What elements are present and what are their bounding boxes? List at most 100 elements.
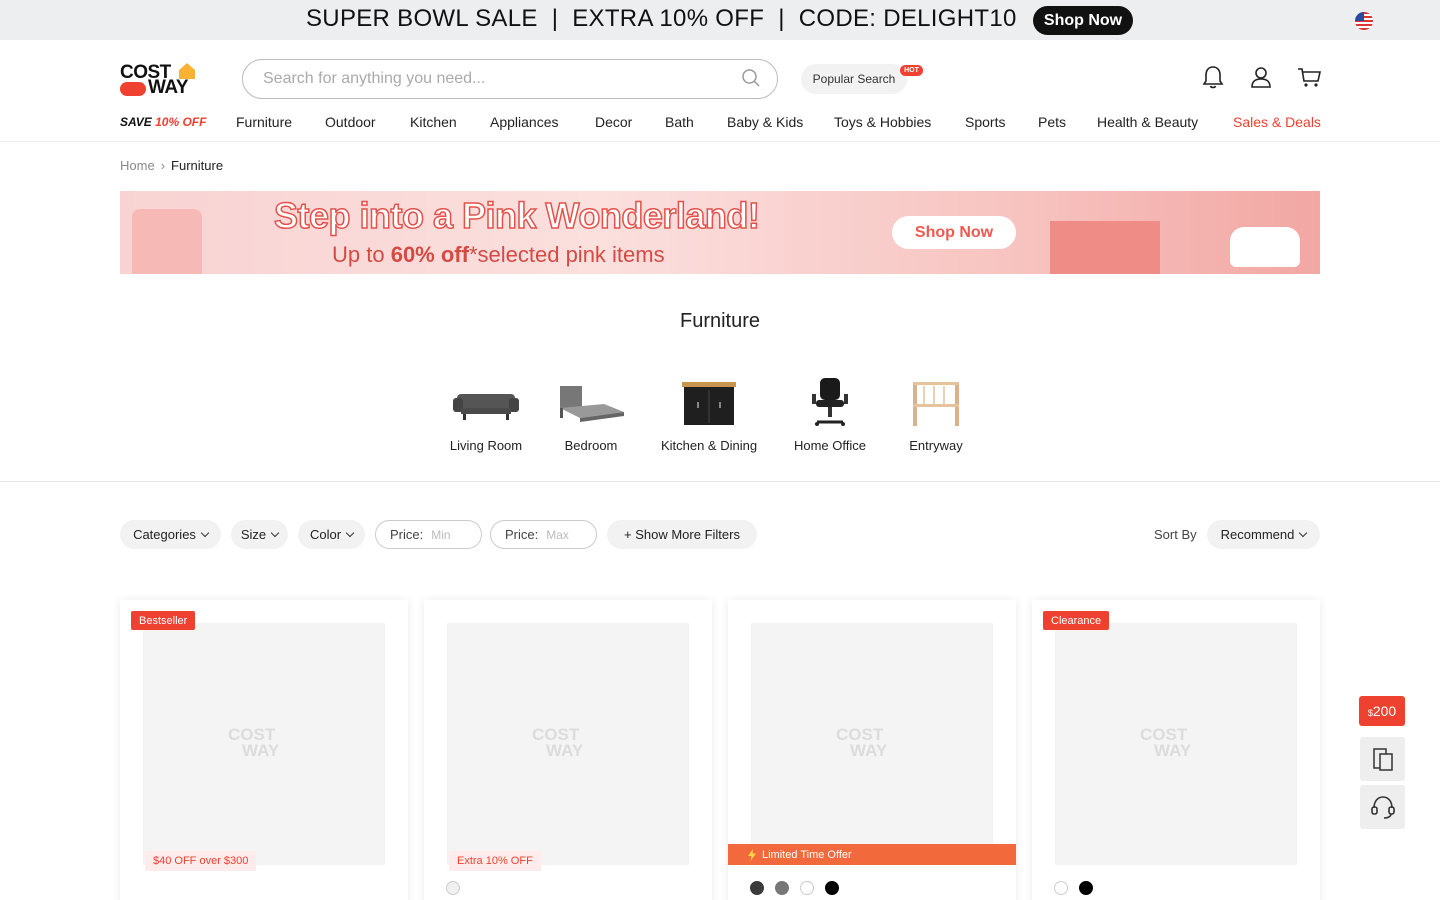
banner-sub-prefix: Up to [332,242,391,267]
category-label: Bedroom [564,438,618,453]
customer-service-button[interactable] [1360,785,1405,829]
category-kitchen-dining[interactable]: Kitchen & Dining [654,378,764,453]
nav-item-baby-kids[interactable]: Baby & Kids [727,114,803,130]
nav-item-kitchen[interactable]: Kitchen [410,114,457,130]
coupon-value: 200 [1372,703,1397,719]
filter-categories-dropdown[interactable]: Categories [120,520,221,549]
us-flag-icon[interactable] [1355,12,1373,30]
search-input[interactable] [263,68,723,90]
category-living-room[interactable]: Living Room [431,378,541,453]
chevron-down-icon [200,528,210,538]
banner-shop-now-button[interactable]: Shop Now [892,216,1016,249]
popular-search-button[interactable]: Popular Search [801,64,907,94]
placeholder-logo: COST WAY [1140,726,1191,759]
color-swatch[interactable] [775,881,789,895]
coupon-widget[interactable]: $200 [1359,696,1405,726]
lightning-icon [748,848,756,861]
nav-item-outdoor[interactable]: Outdoor [325,114,376,130]
promo-separator: | [778,5,785,32]
breadcrumb: Home › Furniture [120,158,223,173]
category-home-office[interactable]: Home Office [775,378,885,453]
product-image[interactable]: COST WAY [143,623,385,865]
cart-icon[interactable] [1296,64,1322,90]
category-title: Furniture [679,310,761,332]
bestseller-badge: Bestseller [131,611,196,630]
promo-discount: EXTRA 10% OFF [572,5,765,32]
entryway-bench-icon [913,382,959,426]
promo-shop-now-button[interactable]: Shop Now [1033,6,1133,35]
office-chair-icon [812,378,848,426]
promo-text: SUPER BOWL SALE | EXTRA 10% OFF | CODE: DELI… [306,5,1017,33]
color-swatch[interactable] [446,881,460,895]
bell-icon[interactable] [1200,64,1226,90]
category-entryway[interactable]: Entryway [881,378,991,453]
breadcrumb-separator: › [160,158,166,173]
filter-price-min-field[interactable]: Price: Min [375,520,482,549]
section-divider [0,481,1440,482]
placeholder-logo: COST WAY [228,726,279,759]
banner-subline: Up to 60% off*selected pink items [332,242,665,268]
banner-headline: Step into a Pink Wonderland! [273,194,760,237]
search-box[interactable] [242,59,778,99]
chevron-down-icon [270,528,280,538]
nav-item-furniture[interactable]: Furniture [236,114,292,130]
costway-logo[interactable]: COST WAY [120,62,200,98]
logo-pill-shape [120,82,146,96]
bed-icon [560,386,624,422]
product-image[interactable]: COST WAY [447,623,689,865]
search-icon[interactable] [741,68,761,88]
show-more-filters-button[interactable]: + Show More Filters [607,520,757,549]
save-promo-label[interactable]: SAVE 10% OFF [120,115,206,129]
promo-separator: | [551,5,559,32]
product-promo-tag: $40 OFF over $300 [145,851,257,871]
price-max-placeholder: Max [546,527,569,542]
nav-item-bath[interactable]: Bath [665,114,694,130]
product-card[interactable]: COST WAY Limited Time Offer [728,600,1016,900]
nav-item-sports[interactable]: Sports [965,114,1005,130]
banner-sub-discount: 60% off [390,242,469,267]
price-label: Price: [390,527,424,542]
product-image[interactable]: COST WAY [751,623,993,865]
breadcrumb-home-link[interactable]: Home [120,158,155,173]
nav-item-toys-hobbies[interactable]: Toys & Hobbies [834,114,931,130]
color-swatch[interactable] [800,881,814,895]
sort-dropdown[interactable]: Recommend [1207,520,1320,549]
product-card[interactable]: COST WAY Extra 10% OFF [424,600,712,900]
filter-color-dropdown[interactable]: Color [298,520,365,549]
product-card[interactable]: COST WAY Bestseller $40 OFF over $300 [120,600,408,900]
nav-item-appliances[interactable]: Appliances [490,114,559,130]
filter-price-max-field[interactable]: Price: Max [490,520,597,549]
color-swatch[interactable] [750,881,764,895]
color-swatch[interactable] [825,881,839,895]
product-card[interactable]: COST WAY Clearance [1032,600,1320,900]
category-bedroom[interactable]: Bedroom [536,378,646,453]
nav-item-decor[interactable]: Decor [595,114,632,130]
nav-item-sales-deals[interactable]: Sales & Deals [1233,114,1321,130]
category-label: Home Office [793,438,866,453]
filter-label: Categories [133,527,196,542]
product-image[interactable]: COST WAY [1055,623,1297,865]
nav-item-health-beauty[interactable]: Health & Beauty [1097,114,1198,130]
account-icon[interactable] [1248,64,1274,90]
app-download-button[interactable] [1360,737,1405,781]
limited-offer-text: Limited Time Offer [762,848,852,861]
mobile-device-icon [1372,748,1393,771]
promo-banner[interactable]: Step into a Pink Wonderland! Up to 60% o… [120,191,1320,274]
placeholder-logo-line2: WAY [850,741,888,760]
sofa-icon [453,394,519,420]
sort-by-label: Sort By [1154,527,1197,542]
color-swatch[interactable] [1054,881,1068,895]
color-swatch[interactable] [1079,881,1093,895]
sort-value: Recommend [1220,527,1295,542]
category-label: Kitchen & Dining [660,438,758,453]
placeholder-logo: COST WAY [532,726,583,759]
filter-size-dropdown[interactable]: Size [231,520,288,549]
hot-badge: HOT [900,65,923,76]
clearance-badge: Clearance [1043,611,1110,630]
save-highlight: 10% OFF [155,115,207,129]
nav-item-pets[interactable]: Pets [1038,114,1066,130]
breadcrumb-current: Furniture [171,158,224,173]
category-label: Entryway [909,438,963,453]
filter-label: Color [309,527,342,542]
price-min-placeholder: Min [431,527,451,542]
